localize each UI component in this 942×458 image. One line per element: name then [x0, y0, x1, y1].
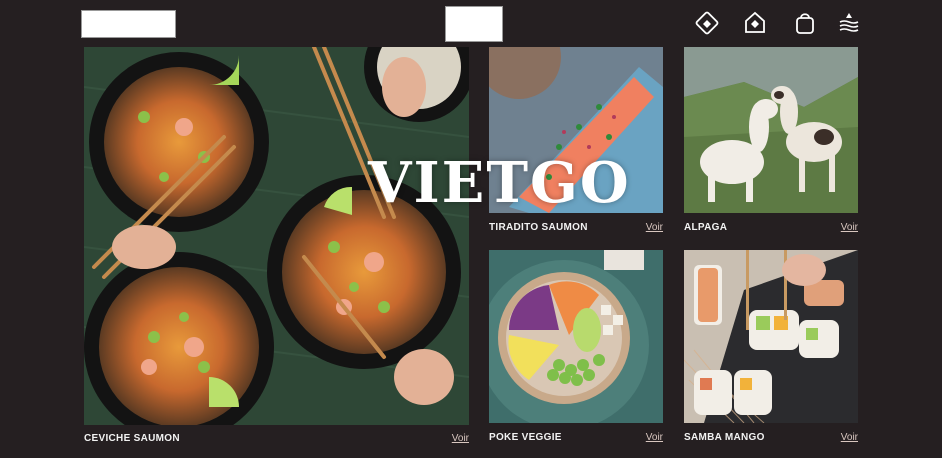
view-link[interactable]: Voir — [646, 432, 663, 444]
menu-waves-icon[interactable] — [836, 10, 862, 36]
dish-name: TIRADITO SAUMON — [489, 222, 588, 233]
poke-caption: POKE VEGGIE Voir — [489, 432, 663, 444]
header-logo-center[interactable] — [445, 6, 503, 42]
bag-icon[interactable] — [792, 10, 818, 36]
dish-name: CEVICHE SAUMON — [84, 433, 180, 444]
header-logo-left[interactable] — [81, 10, 176, 38]
dish-name: SAMBA MANGO — [684, 432, 765, 443]
dish-card-ceviche-saumon[interactable]: CEVICHE SAUMON Voir — [84, 47, 469, 447]
home-shield-icon[interactable] — [742, 10, 768, 36]
watermark-text: VIETGO — [368, 150, 631, 216]
diamond-logo-icon[interactable] — [694, 10, 720, 36]
dish-name: POKE VEGGIE — [489, 432, 562, 443]
dish-card-alpaga[interactable]: ALPAGA Voir — [684, 47, 858, 237]
view-link[interactable]: Voir — [841, 222, 858, 234]
dish-name: ALPAGA — [684, 222, 728, 233]
sushi-photo — [684, 250, 858, 423]
sushi-caption: SAMBA MANGO Voir — [684, 432, 858, 444]
dish-card-samba-mango[interactable]: SAMBA MANGO Voir — [684, 250, 858, 447]
view-link[interactable]: Voir — [841, 432, 858, 444]
ceviche-photo — [84, 47, 469, 425]
alpaga-photo — [684, 47, 858, 213]
poke-photo — [489, 250, 663, 423]
alpaga-caption: ALPAGA Voir — [684, 222, 858, 234]
ceviche-caption: CEVICHE SAUMON Voir — [84, 433, 469, 445]
view-link[interactable]: Voir — [452, 433, 469, 445]
tiradito-caption: TIRADITO SAUMON Voir — [489, 222, 663, 234]
view-link[interactable]: Voir — [646, 222, 663, 234]
dish-card-poke-veggie[interactable]: POKE VEGGIE Voir — [489, 250, 663, 447]
